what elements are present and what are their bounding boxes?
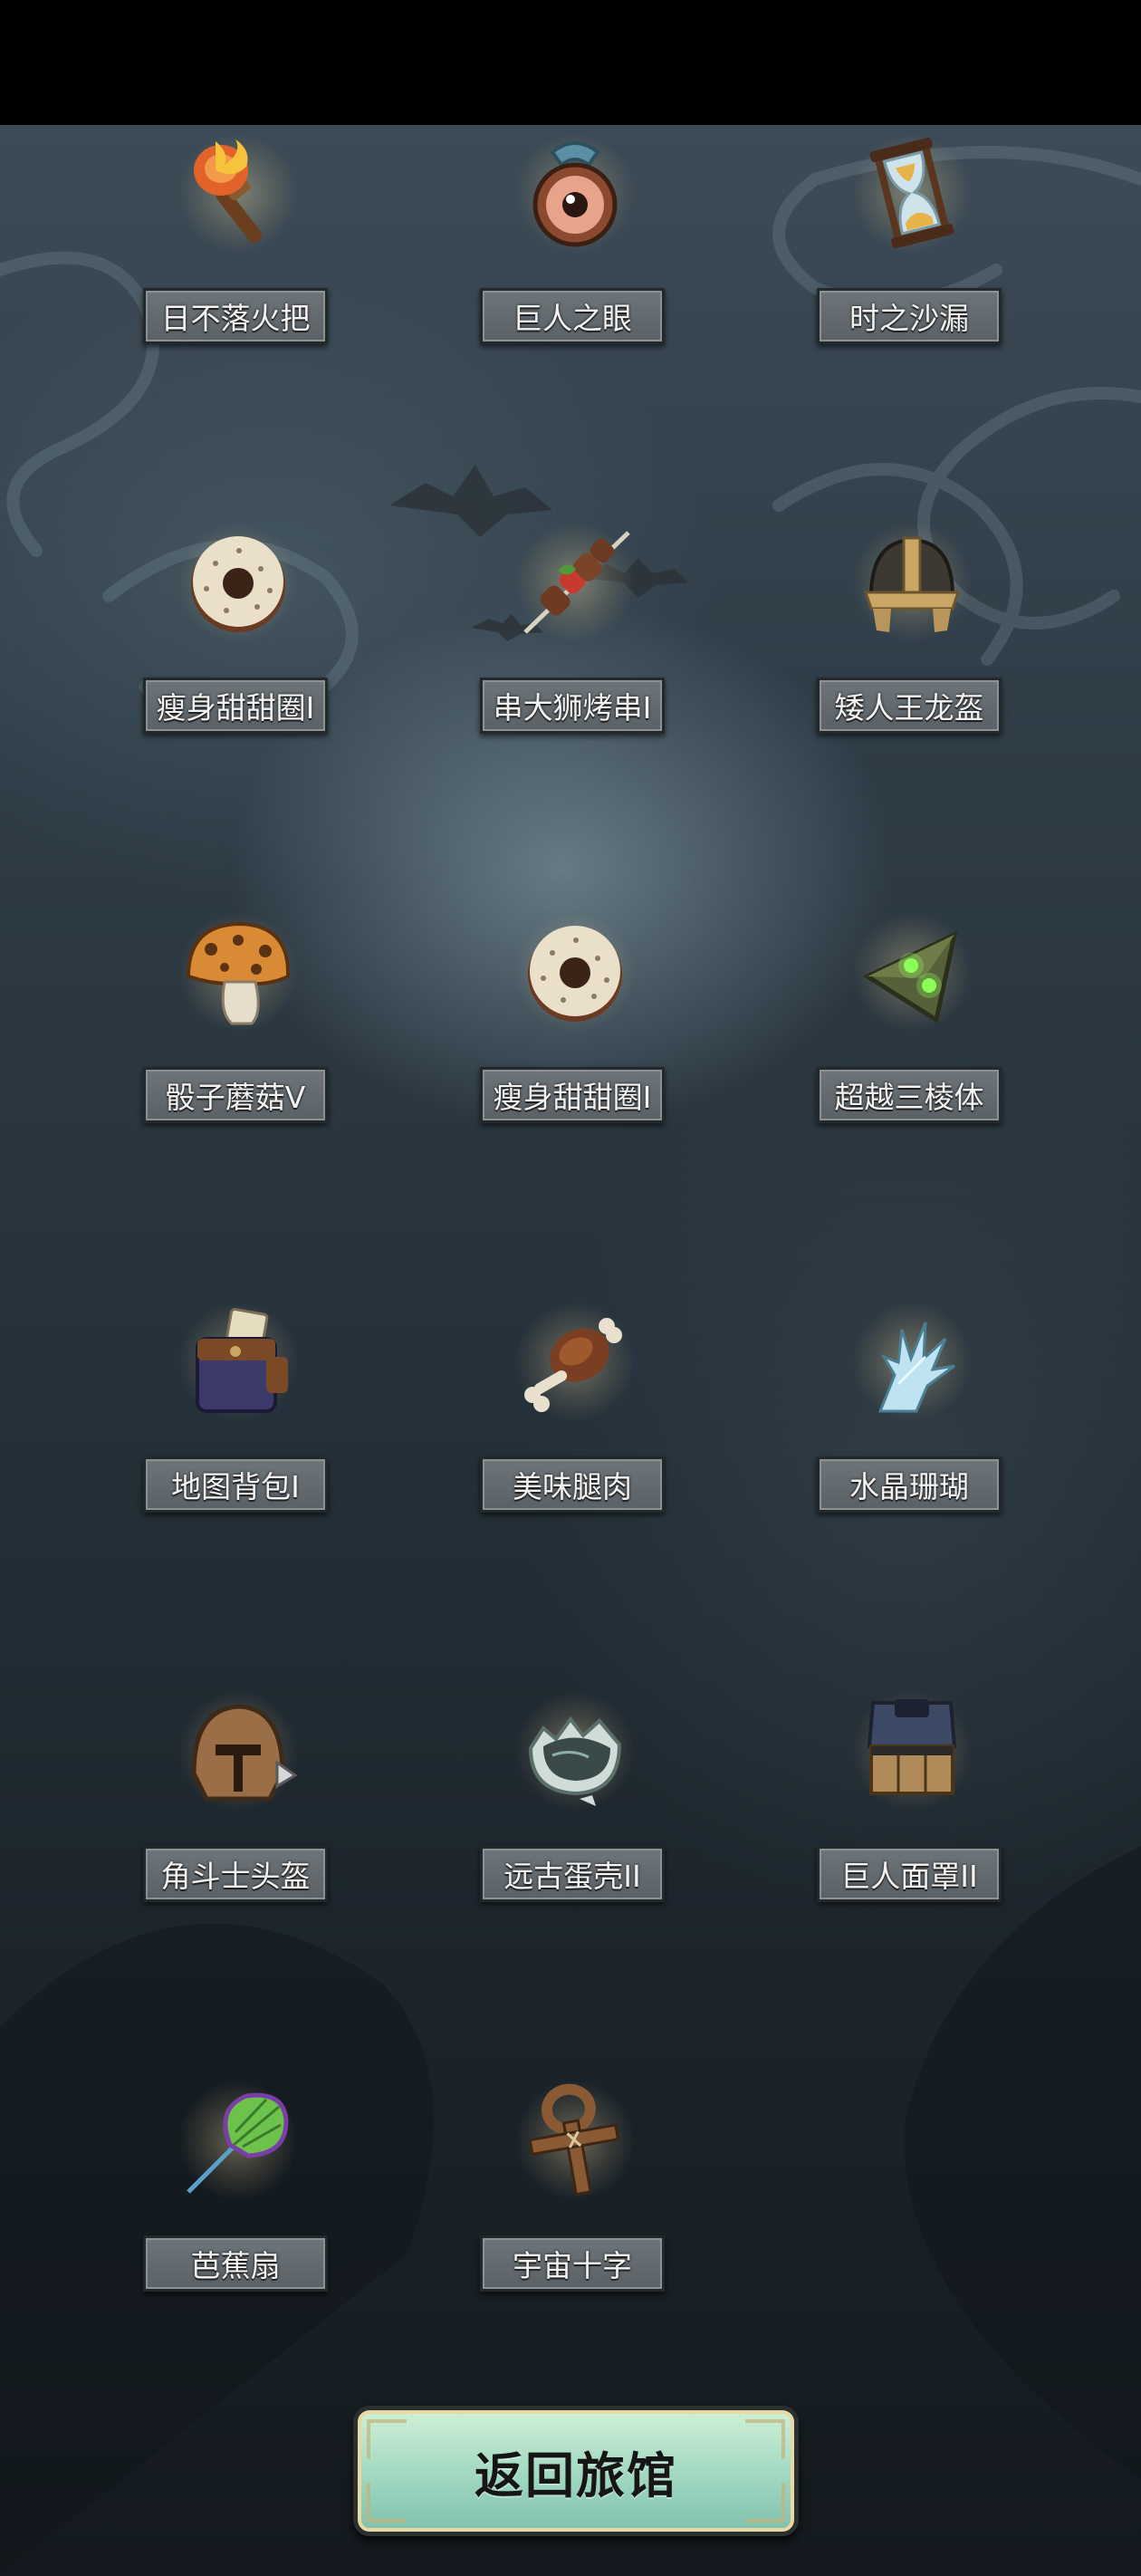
item-slot[interactable]: 日不落火把 xyxy=(143,134,333,370)
item-slot[interactable]: 角斗士头盔 xyxy=(143,1692,333,1927)
giant-mask-icon xyxy=(853,1692,971,1810)
return-button-label: 返回旅馆 xyxy=(475,2446,677,2504)
item-name-label: 美味腿肉 xyxy=(480,1456,665,1513)
item-name-label: 宇宙十字 xyxy=(480,2235,665,2292)
item-slot[interactable]: 宇宙十字 xyxy=(480,2081,670,2317)
item-slot[interactable]: 巨人之眼 xyxy=(480,134,670,370)
hourglass-icon xyxy=(853,134,971,252)
item-name-label: 超越三棱体 xyxy=(817,1067,1002,1123)
item-name-label: 地图背包I xyxy=(143,1456,328,1513)
prism-icon xyxy=(853,913,971,1031)
item-slot[interactable]: 水晶珊瑚 xyxy=(817,1302,1007,1538)
item-slot[interactable]: 美味腿肉 xyxy=(480,1302,670,1538)
item-slot[interactable]: 超越三棱体 xyxy=(817,913,1007,1149)
skewer-icon xyxy=(516,524,634,641)
item-name-label: 日不落火把 xyxy=(143,288,328,344)
item-name-label: 水晶珊瑚 xyxy=(817,1456,1002,1513)
item-slot[interactable]: 瘦身甜甜圈I xyxy=(143,524,333,759)
giant-eye-icon xyxy=(516,134,634,252)
torch-icon xyxy=(179,134,297,252)
button-corner-decor xyxy=(367,2483,407,2523)
eggshell-icon xyxy=(516,1692,634,1810)
item-name-label: 瘦身甜甜圈I xyxy=(143,678,328,734)
map-backpack-icon xyxy=(179,1302,297,1420)
item-name-label: 巨人之眼 xyxy=(480,288,665,344)
item-name-label: 角斗士头盔 xyxy=(143,1846,328,1902)
button-corner-decor xyxy=(745,2419,785,2459)
item-name-label: 瘦身甜甜圈I xyxy=(480,1067,665,1123)
mushroom-icon xyxy=(179,913,297,1031)
banana-fan-icon xyxy=(179,2081,297,2199)
item-slot[interactable]: 地图背包I xyxy=(143,1302,333,1538)
drumstick-icon xyxy=(516,1302,634,1420)
item-name-label: 串大狮烤串I xyxy=(480,678,665,734)
item-slot[interactable]: 远古蛋壳II xyxy=(480,1692,670,1927)
item-name-label: 骰子蘑菇V xyxy=(143,1067,328,1123)
item-slot[interactable]: 矮人王龙盔 xyxy=(817,524,1007,759)
top-black-bar xyxy=(0,0,1141,125)
item-slot[interactable]: 芭蕉扇 xyxy=(143,2081,333,2317)
gladiator-helmet-icon xyxy=(179,1692,297,1810)
item-slot[interactable]: 骰子蘑菇V xyxy=(143,913,333,1149)
return-to-inn-button[interactable]: 返回旅馆 xyxy=(353,2406,799,2536)
button-corner-decor xyxy=(367,2419,407,2459)
item-name-label: 巨人面罩II xyxy=(817,1846,1002,1902)
item-name-label: 矮人王龙盔 xyxy=(817,678,1002,734)
cosmic-cross-icon xyxy=(516,2081,634,2199)
item-name-label: 远古蛋壳II xyxy=(480,1846,665,1902)
item-slot[interactable]: 时之沙漏 xyxy=(817,134,1007,370)
crystal-coral-icon xyxy=(853,1302,971,1420)
item-slot[interactable]: 巨人面罩II xyxy=(817,1692,1007,1927)
item-slot[interactable]: 瘦身甜甜圈I xyxy=(480,913,670,1149)
donut-icon xyxy=(179,524,297,641)
button-corner-decor xyxy=(745,2483,785,2523)
dwarf-helmet-icon xyxy=(853,524,971,641)
item-name-label: 时之沙漏 xyxy=(817,288,1002,344)
item-name-label: 芭蕉扇 xyxy=(143,2235,328,2292)
donut-icon xyxy=(516,913,634,1031)
item-slot[interactable]: 串大狮烤串I xyxy=(480,524,670,759)
